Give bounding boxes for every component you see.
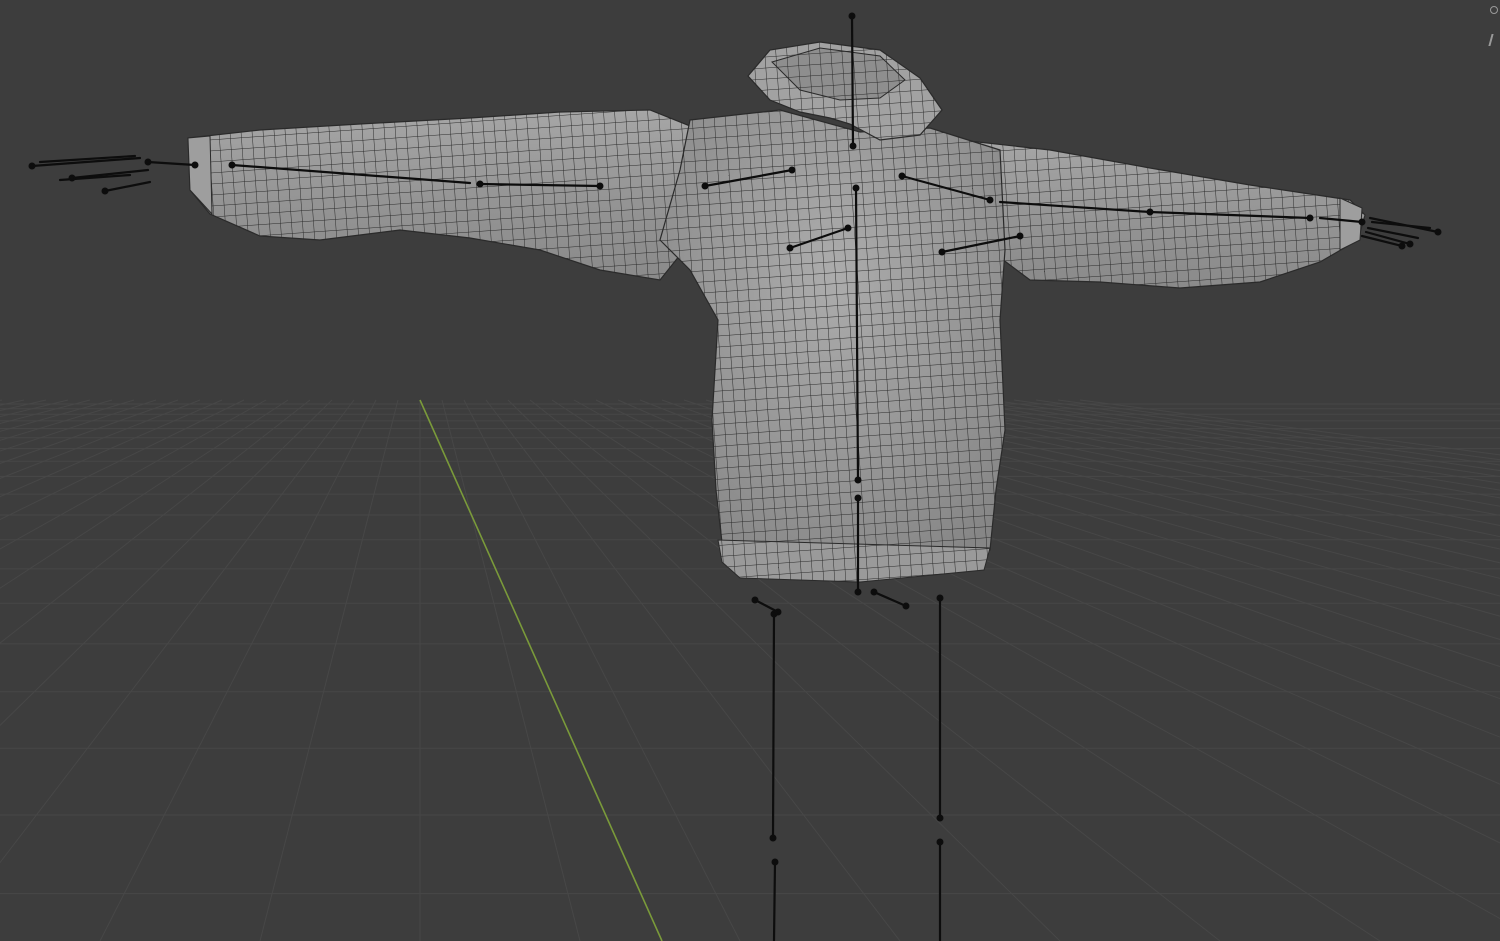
bone-joint[interactable] [1406,240,1414,248]
bone-joint[interactable] [771,858,779,866]
bone-pelvis-left[interactable] [753,598,780,614]
bone-joint[interactable] [854,588,862,596]
bone-joint[interactable] [902,602,910,610]
bone-joint[interactable] [786,244,794,252]
bone-joint[interactable] [848,12,856,20]
y-axis-line [419,399,663,941]
bone-joint[interactable] [986,196,994,204]
bone-joint[interactable] [701,182,709,190]
axis-gizmo-icon[interactable] [1488,34,1500,46]
bone-joint[interactable] [854,494,862,502]
bone-joint[interactable] [938,248,946,256]
bone-joint[interactable] [1434,228,1442,236]
bone-joint[interactable] [849,142,857,150]
bone-joint[interactable] [144,158,152,166]
bone-joint[interactable] [1358,218,1366,226]
right-cuff [1339,197,1363,251]
bone-joint[interactable] [936,838,944,846]
bone-shin-left[interactable] [772,860,777,941]
bone-joint[interactable] [596,182,604,190]
bone-pelvis-right[interactable] [872,590,908,608]
bone-joint[interactable] [898,172,906,180]
bone-joint[interactable] [751,596,759,604]
navigation-gizmo-icon[interactable] [1490,6,1498,14]
bone-joint[interactable] [936,594,944,602]
bone-joint[interactable] [191,161,199,169]
bone-joint[interactable] [1016,232,1024,240]
bone-joint[interactable] [788,166,796,174]
hoodie-mesh[interactable] [187,41,1366,583]
bone-joint[interactable] [68,174,76,182]
bone-joint[interactable] [936,814,944,822]
bone-joint[interactable] [852,184,860,192]
bone-joint[interactable] [228,161,236,169]
bone-joint[interactable] [870,588,878,596]
bone-joint[interactable] [1306,214,1314,222]
bone-joint[interactable] [1398,242,1406,250]
bone-joint[interactable] [770,610,778,618]
navigation-gizmo[interactable] [1488,2,1500,48]
bone-joint[interactable] [1146,208,1154,216]
bone-thigh-left[interactable] [771,612,776,840]
bone-joint[interactable] [769,834,777,842]
bone-joint[interactable] [101,187,109,195]
bone-joint[interactable] [476,180,484,188]
viewport-canvas[interactable] [0,0,1500,941]
3d-viewport[interactable] [0,0,1500,941]
bone-joint[interactable] [28,162,36,170]
bone-neck[interactable] [850,14,855,148]
bone-hand-left[interactable] [146,160,197,167]
bone-joint[interactable] [844,224,852,232]
bone-joint[interactable] [854,476,862,484]
